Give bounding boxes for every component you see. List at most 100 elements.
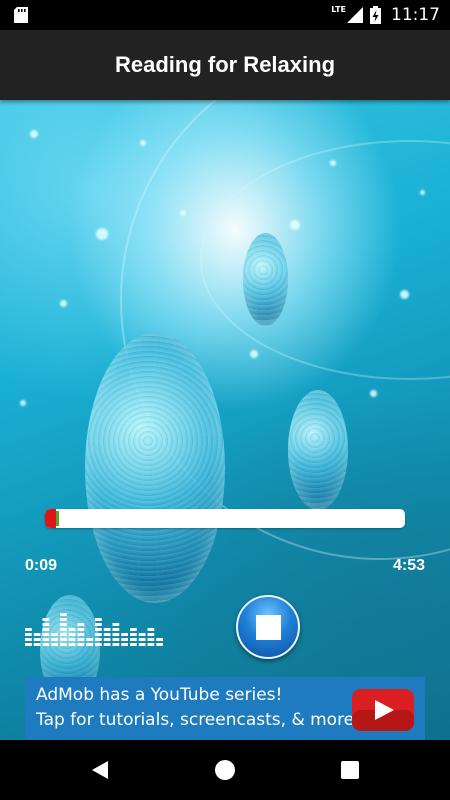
recents-icon[interactable]: [338, 758, 362, 782]
equalizer-bar-segment: [95, 638, 102, 641]
equalizer-bar-segment: [156, 638, 163, 641]
back-icon[interactable]: [88, 758, 112, 782]
status-bar: LTE 11:17: [0, 0, 450, 30]
equalizer-bar-segment: [51, 643, 58, 646]
equalizer-bar-segment: [112, 628, 120, 631]
equalizer-bar-segment: [121, 633, 128, 636]
status-time: 11:17: [391, 5, 440, 25]
background-sparkle: [180, 210, 186, 216]
equalizer-bar-segment: [25, 628, 32, 631]
equalizer-bar-segment: [33, 633, 41, 636]
equalizer-bar-segment: [60, 618, 67, 621]
equalizer-bar-segment: [138, 638, 146, 641]
page-title: Reading for Relaxing: [114, 52, 336, 77]
background-sparkle: [30, 130, 38, 138]
equalizer-bar-segment: [112, 623, 120, 626]
equalizer-bar-segment: [147, 643, 155, 646]
equalizer-bar-segment: [33, 643, 41, 646]
signal-icon: [347, 7, 363, 23]
stop-button[interactable]: [236, 595, 300, 659]
background-sparkle: [290, 220, 300, 230]
equalizer-bar-segment: [68, 628, 76, 631]
equalizer-bar-segment: [77, 638, 85, 641]
elapsed-time: 0:09: [25, 557, 58, 574]
equalizer-bar-segment: [112, 643, 120, 646]
equalizer-bar-segment: [138, 643, 146, 646]
background-sparkle: [330, 160, 336, 166]
equalizer-bar-segment: [95, 643, 102, 646]
equalizer-bar-segment: [60, 628, 67, 631]
equalizer-bar-segment: [25, 633, 32, 636]
navigation-bar: [0, 740, 450, 800]
home-icon[interactable]: [213, 758, 237, 782]
background-cell: [243, 233, 288, 326]
background-sparkle: [370, 390, 377, 397]
equalizer-bar-segment: [86, 638, 93, 641]
stop-icon: [256, 615, 281, 640]
equalizer-bar-segment: [33, 638, 41, 641]
equalizer-bar-segment: [42, 618, 50, 621]
equalizer-bar-segment: [60, 643, 67, 646]
equalizer-bar-segment: [103, 643, 111, 646]
network-type-label: LTE: [331, 4, 346, 14]
seek-bar-progress: [45, 509, 56, 528]
background-sparkle: [20, 400, 26, 406]
app-bar: Reading for Relaxing: [0, 30, 450, 100]
equalizer-bar-segment: [68, 638, 76, 641]
equalizer-bar-segment: [60, 623, 67, 626]
youtube-play-icon[interactable]: [352, 689, 414, 731]
equalizer-bar-segment: [42, 638, 50, 641]
equalizer-bar-segment: [77, 643, 85, 646]
equalizer-bar-segment: [95, 628, 102, 631]
equalizer-bar-segment: [42, 643, 50, 646]
equalizer-bar-segment: [103, 633, 111, 636]
equalizer-bar-segment: [156, 643, 163, 646]
equalizer-bar-segment: [103, 638, 111, 641]
equalizer-bar-segment: [68, 633, 76, 636]
equalizer-bar-segment: [51, 633, 58, 636]
equalizer-bar-segment: [147, 628, 155, 631]
equalizer-bar-segment: [130, 638, 137, 641]
equalizer-bar-segment: [42, 628, 50, 631]
equalizer-bar-segment: [130, 628, 137, 631]
player-background: 0:09 4:53 AdMob has a YouTube series! Ta…: [0, 100, 450, 740]
equalizer-bar-segment: [60, 638, 67, 641]
sd-card-icon: [14, 7, 28, 23]
equalizer-bar-segment: [138, 633, 146, 636]
equalizer-bar-segment: [77, 633, 85, 636]
ad-banner[interactable]: AdMob has a YouTube series! Tap for tuto…: [25, 677, 425, 740]
equalizer-bar-segment: [95, 618, 102, 621]
background-sparkle: [420, 190, 425, 195]
background-cell: [85, 333, 225, 603]
background-sparkle: [140, 140, 146, 146]
equalizer-icon[interactable]: [25, 606, 165, 648]
background-sparkle: [60, 300, 67, 307]
equalizer-bar-segment: [77, 628, 85, 631]
equalizer-bar-segment: [95, 623, 102, 626]
seek-bar-thumb[interactable]: [56, 511, 59, 526]
equalizer-bar-segment: [95, 633, 102, 636]
equalizer-bar-segment: [60, 613, 67, 616]
equalizer-bar-segment: [112, 638, 120, 641]
background-sparkle: [250, 350, 258, 358]
background-sparkle: [96, 228, 108, 240]
ad-subline: Tap for tutorials, screencasts, & more.: [36, 710, 360, 730]
equalizer-bar-segment: [147, 633, 155, 636]
background-sparkle: [400, 290, 409, 299]
equalizer-bar-segment: [121, 643, 128, 646]
background-cell: [288, 390, 348, 510]
equalizer-bar-segment: [130, 643, 137, 646]
equalizer-bar-segment: [103, 628, 111, 631]
equalizer-bar-segment: [42, 623, 50, 626]
equalizer-bar-segment: [147, 638, 155, 641]
equalizer-bar-segment: [60, 633, 67, 636]
equalizer-bar-segment: [86, 643, 93, 646]
equalizer-bar-segment: [112, 633, 120, 636]
equalizer-bar-segment: [42, 633, 50, 636]
seek-bar[interactable]: [45, 509, 405, 528]
battery-charging-icon: [370, 6, 381, 24]
equalizer-bar-segment: [77, 623, 85, 626]
equalizer-bar-segment: [25, 638, 32, 641]
equalizer-bar-segment: [130, 633, 137, 636]
total-time: 4:53: [392, 557, 425, 574]
